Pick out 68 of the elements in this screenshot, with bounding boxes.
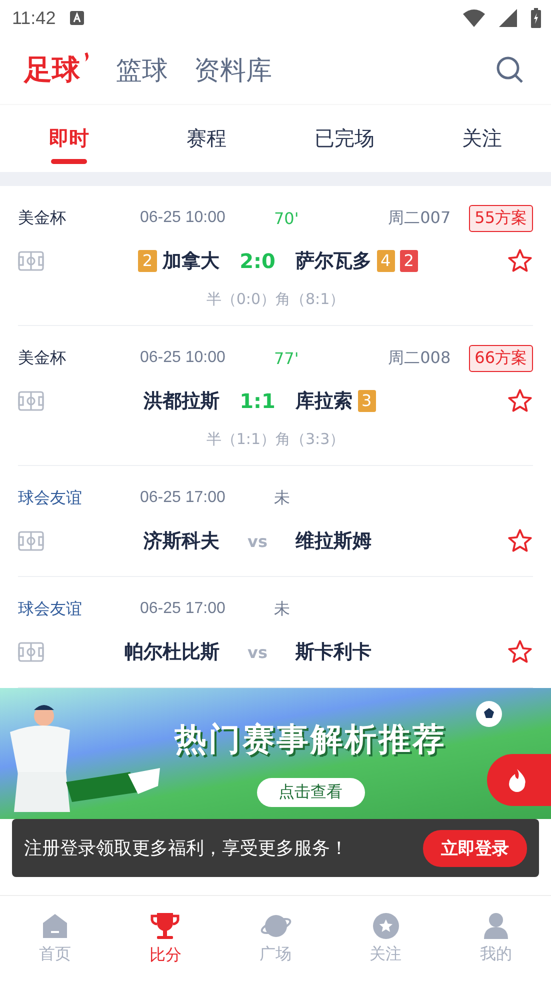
match-score: 2:0 [238, 249, 276, 273]
match-status: 未 [274, 488, 291, 508]
planet-icon [260, 912, 292, 940]
half-corner-stats: 半（1:1）角（3:3） [206, 430, 345, 449]
match-status: 77' [274, 348, 300, 368]
sport-tab[interactable]: 篮球 [116, 52, 168, 88]
toast-message: 注册登录领取更多福利，享受更多服务！ [24, 837, 348, 860]
match-status: 70' [274, 208, 300, 228]
away-team: 斯卡利卡 [296, 640, 372, 665]
match-time: 06-25 17:00 [140, 489, 226, 507]
half-corner-stats: 半（0:0）角（8:1） [206, 290, 345, 309]
plans-tag[interactable]: 66方案 [468, 344, 533, 372]
pitch-icon [18, 391, 44, 411]
banner-title: 热门赛事解析推荐 [174, 719, 446, 760]
nav-item[interactable]: 比分 [110, 896, 220, 981]
match-time: 06-25 10:00 [140, 349, 226, 367]
match-code: 周二008 [388, 348, 451, 368]
away-team: 维拉斯姆 [296, 529, 372, 554]
away-team: 库拉索 [296, 389, 352, 414]
sport-tab[interactable]: 资料库 [194, 52, 272, 88]
sub-tab[interactable]: 关注 [413, 105, 551, 172]
home-team: 加拿大 [162, 249, 220, 274]
home-icon [41, 912, 70, 940]
sport-tab[interactable]: 足球 [24, 51, 90, 89]
card-count: 2 [400, 250, 418, 272]
signal-icon [499, 9, 517, 27]
favorite-star-icon[interactable] [507, 639, 533, 665]
card-count: 4 [376, 250, 395, 272]
sub-tab[interactable]: 赛程 [138, 105, 276, 172]
search-icon[interactable] [495, 55, 525, 85]
home-team: 帕尔杜比斯 [124, 640, 220, 665]
sub-tab[interactable]: 即时 [0, 105, 138, 172]
match-time: 06-25 17:00 [140, 600, 226, 618]
battery-icon [531, 8, 541, 28]
match-status: 未 [274, 598, 291, 620]
promo-banner[interactable]: 热门赛事解析推荐 点击查看 [0, 688, 551, 819]
wifi-icon [463, 9, 485, 27]
flame-icon [507, 768, 527, 792]
pitch-icon [18, 251, 44, 271]
favorite-star-icon[interactable] [507, 388, 533, 414]
keyboard-notification-icon [70, 11, 84, 25]
match-score: 1:1 [238, 389, 276, 413]
favorite-star-icon[interactable] [507, 248, 533, 274]
league-name: 美金杯 [18, 208, 67, 228]
login-button[interactable]: 立即登录 [423, 830, 527, 866]
trophy-icon [150, 911, 180, 941]
home-team: 洪都拉斯 [144, 389, 220, 414]
league-name: 美金杯 [18, 348, 67, 368]
view-button[interactable]: 点击查看 [256, 778, 364, 807]
card-count: 3 [358, 390, 376, 412]
soccer-ball-icon [475, 700, 503, 728]
plans-tag[interactable]: 55方案 [468, 204, 533, 232]
league-name: 球会友谊 [18, 598, 83, 620]
card-count: 2 [138, 250, 156, 272]
sub-tab[interactable]: 已完场 [276, 105, 414, 172]
match-time: 06-25 10:00 [140, 209, 226, 227]
home-team: 济斯科夫 [144, 529, 220, 554]
pitch-icon [18, 531, 44, 551]
favorite-star-icon[interactable] [507, 528, 533, 554]
pitch-icon [18, 642, 44, 662]
league-name: 球会友谊 [18, 488, 83, 508]
user-icon [482, 912, 510, 940]
match-score: vs [246, 532, 268, 550]
away-team: 萨尔瓦多 [296, 249, 372, 274]
match-code: 周二007 [388, 208, 451, 228]
status-time: 11:42 [12, 8, 56, 28]
hot-button[interactable] [487, 754, 551, 806]
match-score: vs [246, 642, 268, 662]
